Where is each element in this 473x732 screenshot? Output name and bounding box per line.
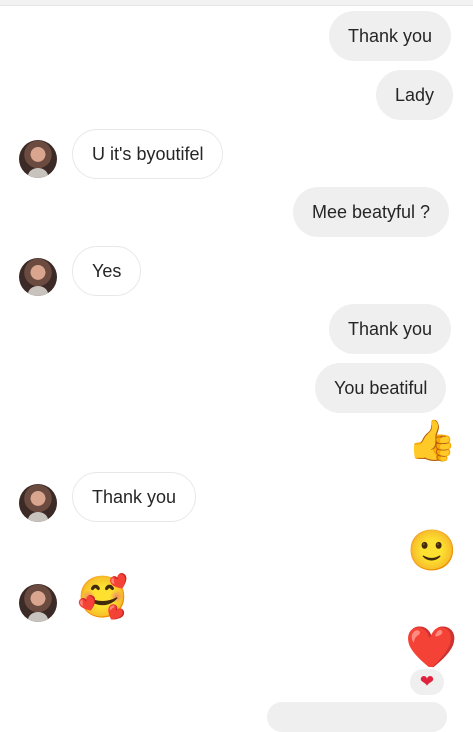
contact-avatar[interactable]: [19, 584, 57, 622]
outgoing-message[interactable]: Lady: [376, 70, 454, 120]
partial-outgoing-message[interactable]: [267, 702, 447, 732]
incoming-message[interactable]: U it's byoutifel: [72, 129, 224, 179]
incoming-message[interactable]: Thank you: [72, 472, 197, 522]
outgoing-message[interactable]: Mee beatyful ?: [293, 187, 450, 237]
incoming-message[interactable]: Yes: [72, 246, 142, 296]
outgoing-message[interactable]: You beatiful: [315, 363, 447, 413]
outgoing-message[interactable]: Thank you: [329, 304, 452, 354]
smiling-face-icon[interactable]: 🙂: [407, 531, 457, 571]
contact-avatar[interactable]: [19, 140, 57, 178]
red-heart-icon[interactable]: ❤️: [405, 627, 457, 669]
smiling-face-with-hearts-icon[interactable]: 🥰: [77, 577, 128, 618]
thumbs-up-icon[interactable]: 👍: [407, 421, 457, 461]
contact-avatar[interactable]: [19, 484, 57, 522]
message-thread[interactable]: Thank you Lady U it's byoutifel Mee beat…: [0, 0, 473, 732]
outgoing-message[interactable]: Thank you: [329, 11, 452, 61]
heart-reaction-icon[interactable]: ❤: [408, 667, 446, 697]
contact-avatar[interactable]: [19, 258, 57, 296]
